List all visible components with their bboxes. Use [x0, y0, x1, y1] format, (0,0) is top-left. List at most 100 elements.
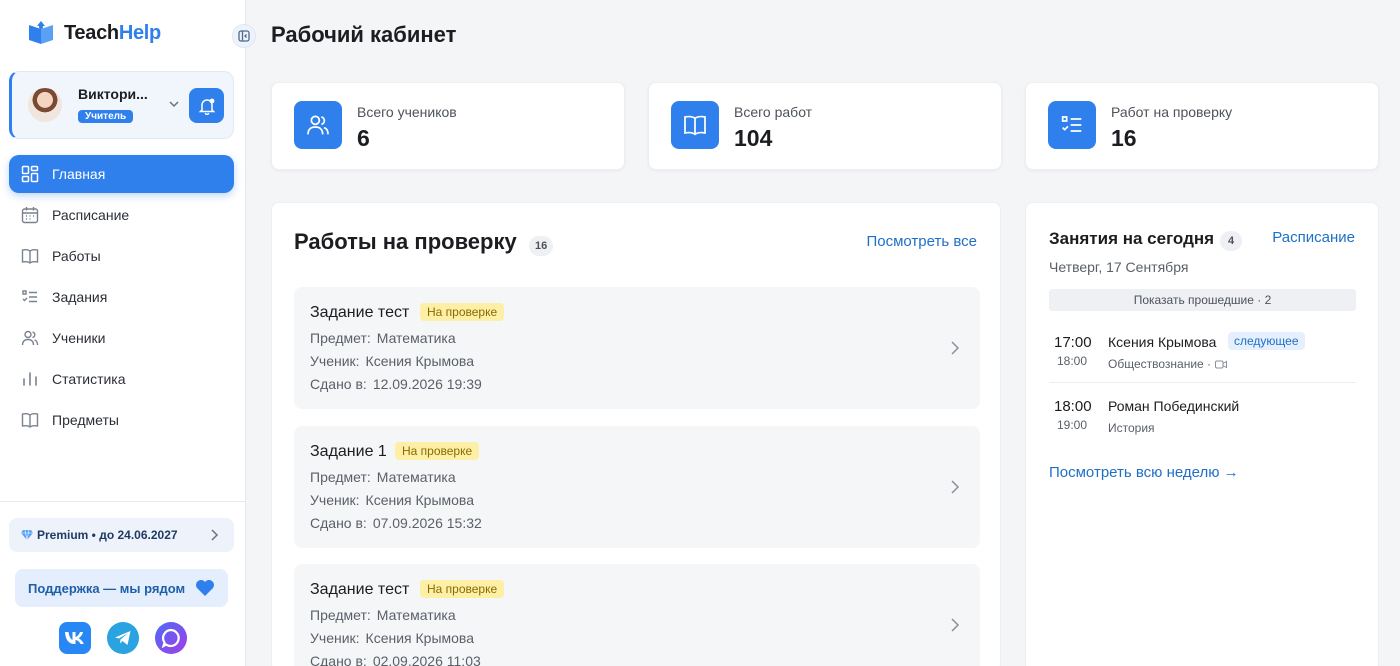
- nav-label: Ученики: [52, 330, 106, 346]
- lesson-item[interactable]: 18:00 19:00 Роман Побединский История: [1049, 391, 1356, 453]
- book-icon: [21, 249, 39, 264]
- calendar-icon: [21, 207, 39, 224]
- today-count-badge: 4: [1220, 231, 1242, 251]
- bar-chart-icon: [23, 372, 37, 386]
- nav-item-home[interactable]: Главная: [9, 155, 234, 193]
- status-badge: На проверке: [420, 303, 505, 321]
- app-logo[interactable]: TeachHelp: [26, 20, 161, 46]
- book-icon: [684, 115, 706, 136]
- today-panel: Занятия на сегодня 4 Расписание Четверг,…: [1025, 202, 1379, 666]
- max-link[interactable]: [155, 622, 187, 654]
- vk-icon: [65, 632, 84, 644]
- lesson-divider: [1049, 382, 1356, 383]
- heart-icon: [196, 580, 214, 596]
- sidebar-toggle-icon: [238, 30, 250, 42]
- work-subject: Предмет: Математика: [310, 469, 456, 485]
- stat-label: Всего работ: [734, 104, 813, 120]
- nav-item-subjects[interactable]: Предметы: [9, 401, 234, 439]
- telegram-icon: [115, 631, 131, 645]
- see-all-link[interactable]: Посмотреть все: [866, 233, 977, 250]
- notifications-button[interactable]: [189, 88, 224, 123]
- stat-icon: [294, 101, 342, 149]
- work-submitted: Сдано в: 12.09.2026 19:39: [310, 376, 482, 392]
- stat-card-to-review: Работ на проверку 16: [1025, 82, 1379, 170]
- profile-card[interactable]: Виктори... Учитель: [9, 71, 234, 139]
- stat-value: 104: [734, 125, 773, 151]
- lesson-end: 19:00: [1057, 418, 1088, 432]
- work-student: Ученик: Ксения Крымова: [310, 353, 474, 369]
- review-panel: Работы на проверку 16 Посмотреть все Зад…: [271, 202, 1001, 666]
- nav-label: Главная: [52, 166, 106, 182]
- lesson-item[interactable]: 17:00 18:00 Ксения Крымова следующее Общ…: [1049, 327, 1356, 389]
- lesson-subject: Обществознание ·: [1108, 357, 1228, 371]
- lesson-start: 18:00: [1054, 398, 1092, 415]
- sidebar: TeachHelp Виктори... Учитель Главная Рас…: [0, 0, 246, 666]
- nav-label: Предметы: [52, 412, 119, 428]
- users-icon: [21, 330, 39, 346]
- chevron-right-icon: [211, 529, 219, 541]
- stat-card-students: Всего учеников 6: [271, 82, 625, 170]
- main-nav: Главная Расписание Работы Задания Ученик…: [9, 155, 234, 442]
- work-item[interactable]: Задание тест На проверке Предмет: Математ…: [294, 287, 980, 409]
- next-badge: следующее: [1228, 332, 1305, 350]
- page-title: Рабочий кабинет: [271, 22, 457, 47]
- work-student: Ученик: Ксения Крымова: [310, 492, 474, 508]
- stat-value: 16: [1111, 125, 1137, 151]
- premium-banner[interactable]: Premium • до 24.06.2027: [9, 518, 234, 552]
- see-week-link[interactable]: Посмотреть всю неделю →: [1049, 464, 1239, 481]
- nav-item-statistics[interactable]: Статистика: [9, 360, 234, 398]
- nav-label: Расписание: [52, 207, 130, 223]
- avatar: [28, 88, 62, 122]
- lesson-student: Ксения Крымова: [1108, 334, 1217, 350]
- schedule-link[interactable]: Расписание: [1272, 229, 1355, 246]
- role-badge: Учитель: [78, 110, 134, 123]
- users-icon: [307, 115, 329, 135]
- show-past-button[interactable]: Показать прошедшие · 2: [1049, 289, 1356, 311]
- status-badge: На проверке: [420, 580, 505, 598]
- stat-label: Всего учеников: [357, 104, 457, 120]
- sidebar-divider: [0, 501, 246, 502]
- nav-item-works[interactable]: Работы: [9, 237, 234, 275]
- work-title: Задание тест: [310, 581, 410, 598]
- diamond-icon: [21, 529, 33, 541]
- bell-icon: [198, 98, 215, 115]
- stat-icon: [671, 101, 719, 149]
- status-badge: На проверке: [395, 442, 480, 460]
- vk-link[interactable]: [59, 622, 91, 654]
- work-item[interactable]: Задание 1 На проверке Предмет: Математика…: [294, 426, 980, 548]
- lesson-subject: История: [1108, 421, 1155, 435]
- stat-icon: [1048, 101, 1096, 149]
- stat-card-works: Всего работ 104: [648, 82, 1002, 170]
- work-subject: Предмет: Математика: [310, 330, 456, 346]
- work-subject: Предмет: Математика: [310, 607, 456, 623]
- telegram-link[interactable]: [107, 622, 139, 654]
- checklist-icon: [22, 290, 37, 303]
- work-student: Ученик: Ксения Крымова: [310, 630, 474, 646]
- nav-item-schedule[interactable]: Расписание: [9, 196, 234, 234]
- social-links: [59, 622, 187, 654]
- work-item[interactable]: Задание тест На проверке Предмет: Математ…: [294, 564, 980, 666]
- chevron-right-icon: [951, 480, 960, 494]
- work-title: Задание 1: [310, 443, 387, 460]
- max-messenger-icon: [161, 628, 180, 648]
- support-button[interactable]: Поддержка — мы рядом: [15, 569, 228, 607]
- work-submitted: Сдано в: 07.09.2026 15:32: [310, 515, 482, 531]
- lesson-student: Роман Побединский: [1108, 398, 1240, 414]
- lesson-end: 18:00: [1057, 354, 1088, 368]
- lesson-start: 17:00: [1054, 334, 1092, 351]
- grid-icon: [21, 165, 39, 183]
- nav-item-tasks[interactable]: Задания: [9, 278, 234, 316]
- stat-label: Работ на проверку: [1111, 104, 1233, 120]
- nav-label: Работы: [52, 248, 101, 264]
- sidebar-collapse-button[interactable]: [232, 24, 256, 48]
- premium-label: Premium • до 24.06.2027: [37, 528, 178, 542]
- app-name: TeachHelp: [64, 21, 161, 44]
- checklist-icon: [1061, 116, 1082, 132]
- support-label: Поддержка — мы рядом: [28, 580, 186, 596]
- work-submitted: Сдано в: 02.09.2026 11:03: [310, 653, 481, 666]
- nav-item-students[interactable]: Ученики: [9, 319, 234, 357]
- nav-label: Статистика: [52, 371, 126, 387]
- stat-value: 6: [357, 125, 370, 151]
- chevron-down-icon[interactable]: [168, 98, 180, 110]
- review-title: Работы на проверку: [294, 229, 517, 254]
